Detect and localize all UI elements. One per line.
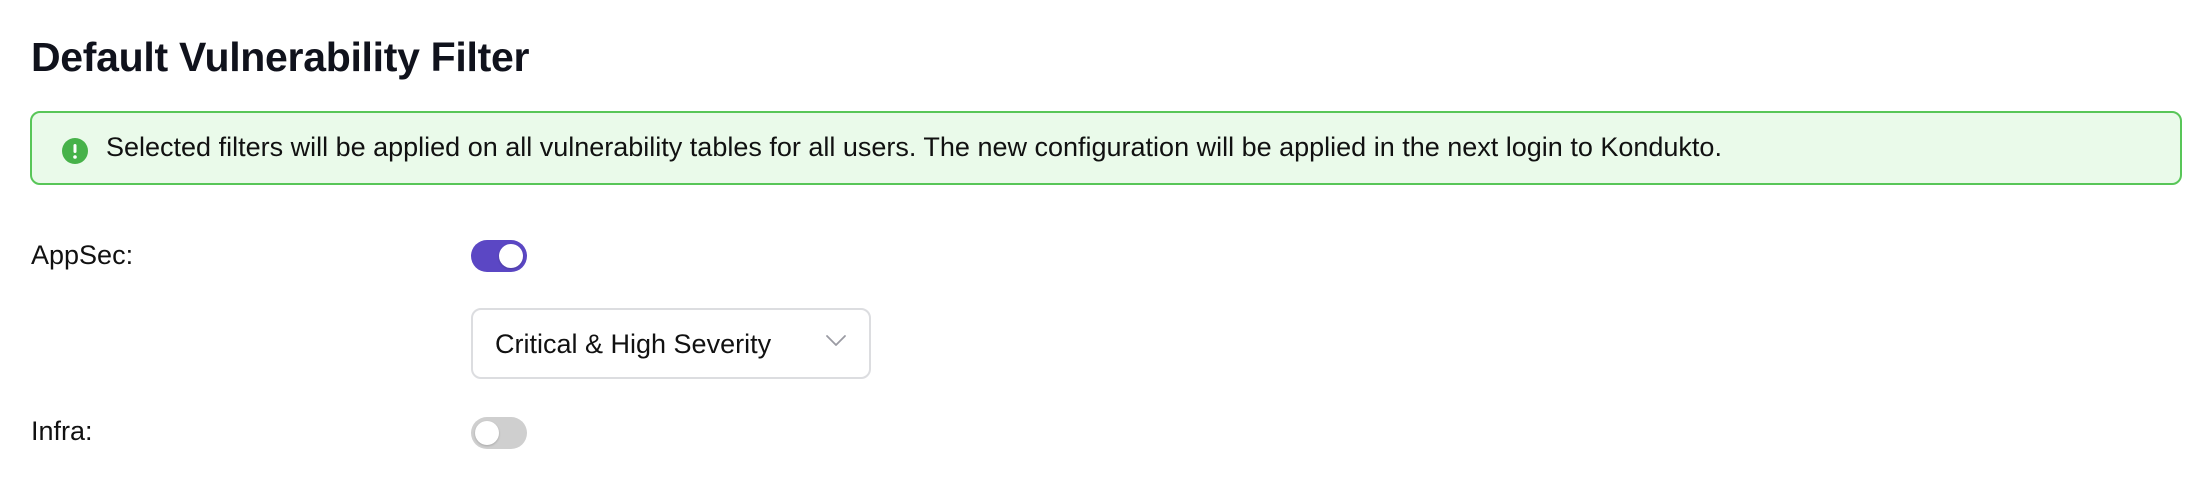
- appsec-toggle[interactable]: [471, 240, 527, 272]
- appsec-label: AppSec:: [31, 240, 134, 270]
- appsec-toggle-knob: [499, 244, 523, 268]
- infra-toggle-knob: [475, 421, 499, 445]
- infra-toggle[interactable]: [471, 417, 527, 449]
- appsec-severity-value: Critical & High Severity: [495, 329, 772, 359]
- appsec-severity-select[interactable]: Critical & High Severity: [471, 308, 871, 379]
- page-title: Default Vulnerability Filter: [31, 34, 530, 80]
- info-banner: Selected filters will be applied on all …: [30, 111, 2182, 185]
- info-icon: [62, 138, 88, 164]
- chevron-down-icon: [825, 334, 847, 348]
- default-vulnerability-filter-page: Default Vulnerability Filter Selected fi…: [0, 0, 2190, 498]
- infra-label: Infra:: [31, 416, 93, 446]
- banner-message: Selected filters will be applied on all …: [106, 132, 1722, 162]
